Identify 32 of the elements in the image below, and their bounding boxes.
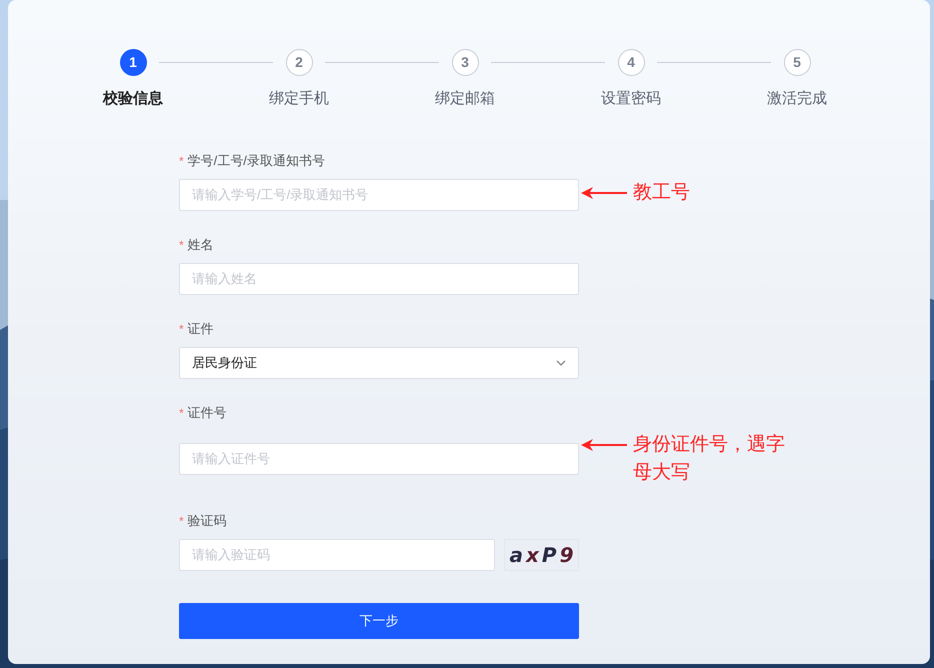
step-number: 1 [120, 49, 146, 76]
field-label: 证件 [188, 320, 214, 338]
required-mark: * [179, 152, 184, 170]
step-label: 设置密码 [601, 89, 661, 109]
arrow-icon [581, 438, 627, 450]
step-label: 校验信息 [103, 89, 163, 109]
step-number: 3 [452, 49, 478, 76]
field-label: 证件号 [188, 404, 227, 422]
field-label: 姓名 [188, 236, 214, 254]
step-label: 激活完成 [767, 89, 827, 109]
step-label: 绑定邮箱 [435, 89, 495, 109]
input-field[interactable]: 请输入姓名 [179, 262, 579, 294]
annotation-text: 教工号 [633, 180, 691, 204]
step-number: 5 [784, 49, 810, 76]
field-label: 学号/工号/录取通知书号 [188, 152, 325, 170]
input-field[interactable]: 请输入证件号 [179, 442, 579, 474]
required-mark: * [179, 512, 184, 530]
step-number: 4 [618, 49, 644, 76]
required-mark: * [179, 320, 184, 338]
required-mark: * [179, 404, 184, 422]
input-field[interactable]: 请输入学号/工号/录取通知书号 [179, 178, 579, 210]
field-label: 验证码 [188, 512, 227, 530]
chevron-down-icon [556, 360, 566, 366]
required-mark: * [179, 236, 184, 254]
step-label: 绑定手机 [269, 89, 329, 109]
select-field[interactable]: 居民身份证 [179, 346, 579, 378]
input-field[interactable]: 请输入验证码 [179, 538, 495, 570]
next-button[interactable]: 下一步 [179, 602, 579, 638]
step-number: 2 [286, 49, 312, 76]
arrow-icon [581, 186, 627, 198]
annotation-text: 身份证件号，遇字母大写 [633, 432, 786, 484]
captcha-image[interactable]: axP9 [504, 538, 579, 570]
